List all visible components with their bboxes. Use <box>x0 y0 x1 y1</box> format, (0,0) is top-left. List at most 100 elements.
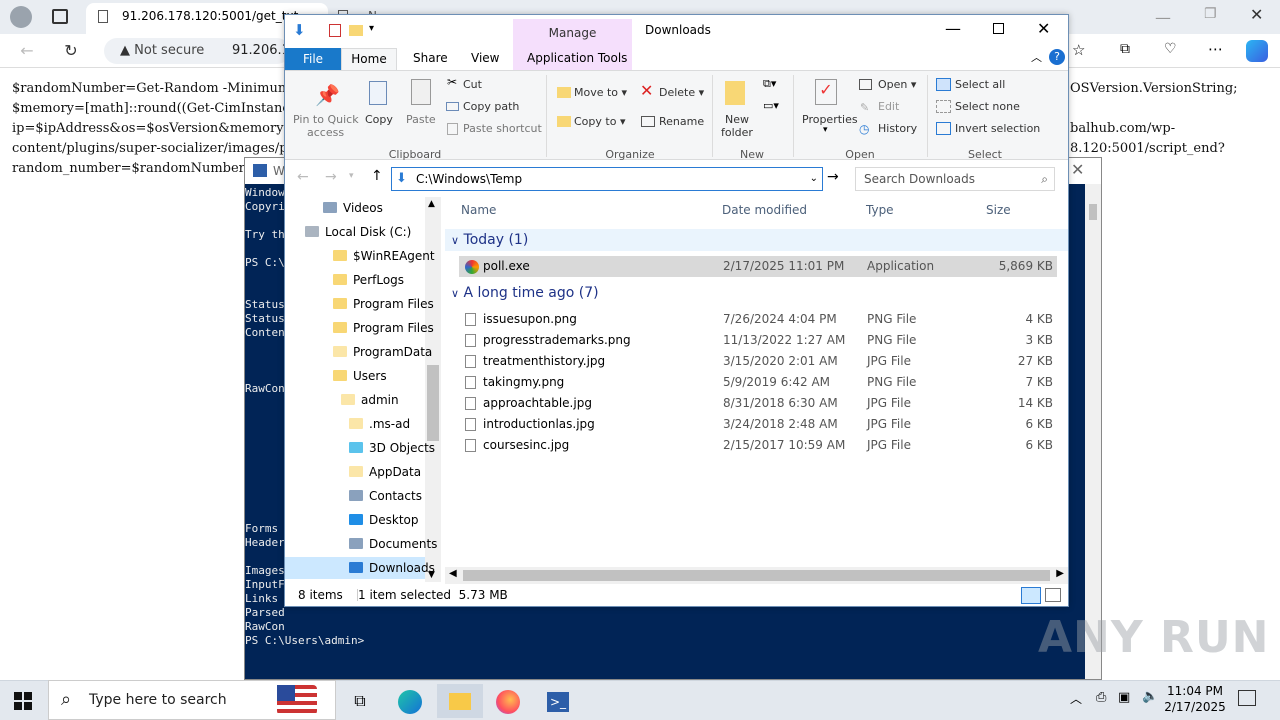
group-today[interactable]: ∨ Today (1) <box>451 232 528 248</box>
nav-item[interactable]: $WinREAgent <box>333 245 435 267</box>
nav-item[interactable]: Program Files <box>333 317 434 339</box>
go-icon[interactable]: → <box>827 169 839 185</box>
nav-item[interactable]: admin <box>341 389 399 411</box>
file-explorer-window[interactable]: ⬇ ▾ Manage Downloads — ✕ File Home Share… <box>284 14 1069 607</box>
nav-item[interactable]: ProgramData <box>333 341 432 363</box>
file-row[interactable]: treatmenthistory.jpg 3/15/2020 2:01 AM JPG… <box>459 351 1057 372</box>
paste-shortcut-button[interactable]: Paste shortcut <box>463 122 542 135</box>
details-view-icon[interactable] <box>1021 587 1041 604</box>
column-name[interactable]: Name <box>461 203 496 217</box>
column-date[interactable]: Date modified <box>722 203 807 217</box>
history-button[interactable]: History <box>878 122 917 135</box>
back-icon[interactable]: ← <box>297 169 309 185</box>
tab-actions-icon[interactable] <box>52 9 68 24</box>
copilot-icon[interactable] <box>1246 40 1268 62</box>
file-row[interactable]: takingmy.png 5/9/2019 6:42 AM PNG File 7 KB <box>459 372 1057 393</box>
delete-button[interactable]: Delete ▾ <box>659 86 704 99</box>
nav-item[interactable]: Local Disk (C:) <box>305 221 411 243</box>
nav-item[interactable]: Downloads <box>349 557 435 579</box>
taskbar-clock[interactable]: 11:04 PM 2/17/2025 <box>1160 683 1230 715</box>
tab-home[interactable]: Home <box>341 48 397 71</box>
edge-icon[interactable] <box>390 684 430 718</box>
taskbar-search[interactable]: ⌕ Type here to search <box>48 680 336 720</box>
url-text[interactable]: 91.206.1 <box>232 43 290 58</box>
nav-item[interactable]: Program Files <box>333 293 434 315</box>
pin-quick-access-button[interactable]: Pin to Quick <box>293 113 359 126</box>
open-button[interactable]: Open ▾ <box>878 78 916 91</box>
edit-button[interactable]: Edit <box>878 100 899 113</box>
file-row[interactable]: coursesinc.jpg 2/15/2017 10:59 AM JPG File… <box>459 435 1057 456</box>
copy-to-button[interactable]: Copy to ▾ <box>574 115 625 128</box>
ethernet-icon[interactable]: ▣ <box>1118 690 1130 705</box>
minimize-icon[interactable]: — <box>945 19 961 38</box>
close-icon[interactable]: ✕ <box>1071 160 1084 179</box>
new-item-icon[interactable]: ⧉▾ <box>763 77 776 91</box>
tab-view[interactable]: View <box>471 51 499 65</box>
tab-file[interactable]: File <box>285 48 341 70</box>
tab-application-tools[interactable]: Application Tools <box>527 51 627 65</box>
group-old[interactable]: ∨ A long time ago (7) <box>451 285 599 301</box>
network-icon[interactable]: ⎙ <box>1096 690 1106 705</box>
new-folder-button[interactable]: New <box>725 113 749 126</box>
tray-chevron-icon[interactable]: ︿ <box>1070 690 1082 707</box>
nav-item[interactable]: Desktop <box>349 509 419 531</box>
task-view-icon[interactable]: ⧉ <box>340 684 380 718</box>
volume-icon[interactable]: 🔈 <box>1142 689 1158 704</box>
explorer-titlebar[interactable]: ⬇ ▾ Manage Downloads — ✕ <box>285 15 1068 70</box>
file-row[interactable]: progresstrademarks.png 11/13/2022 1:27 AM… <box>459 330 1057 351</box>
invert-selection-button[interactable]: Invert selection <box>955 122 1040 135</box>
folder-icon[interactable] <box>349 25 363 36</box>
search-input[interactable]: Search Downloads ⌕ <box>855 167 1055 191</box>
nav-item[interactable]: Videos <box>323 197 383 219</box>
maximize-icon[interactable] <box>993 23 1004 34</box>
properties-icon[interactable] <box>329 24 341 37</box>
ps-prompt[interactable]: PS C:\Users\admin> <box>245 634 364 647</box>
file-row[interactable]: introductionlas.jpg 3/24/2018 2:48 AM JPG … <box>459 414 1057 435</box>
properties-button[interactable]: Properties <box>802 113 858 126</box>
collections-icon[interactable]: ⧉ <box>1120 41 1130 57</box>
paste-button[interactable]: Paste <box>406 113 436 126</box>
help-icon[interactable]: ? <box>1049 49 1065 65</box>
nav-item[interactable]: PerfLogs <box>333 269 404 291</box>
favorite-icon[interactable]: ☆ <box>1072 41 1085 59</box>
performance-icon[interactable]: ♡ <box>1164 41 1177 57</box>
recent-locations-icon[interactable]: ▾ <box>349 171 354 181</box>
close-icon[interactable]: ✕ <box>1037 19 1050 38</box>
customize-icon[interactable]: ▾ <box>369 23 374 34</box>
nav-item[interactable]: .ms-ad <box>349 413 410 435</box>
file-explorer-taskbar-icon[interactable] <box>437 684 483 718</box>
tab-share[interactable]: Share <box>413 51 448 65</box>
up-icon[interactable]: ↑ <box>371 168 383 184</box>
close-icon[interactable]: ✕ <box>1250 5 1263 24</box>
file-row[interactable]: approachtable.jpg 8/31/2018 6:30 AM JPG Fi… <box>459 393 1057 414</box>
horizontal-scrollbar[interactable]: ◀ ▶ <box>445 567 1068 584</box>
easy-access-icon[interactable]: ▭▾ <box>763 99 779 112</box>
powershell-taskbar-icon[interactable]: >_ <box>538 684 578 718</box>
firefox-icon[interactable] <box>488 684 528 718</box>
nav-item[interactable]: Contacts <box>349 485 422 507</box>
minimize-icon[interactable]: — <box>1155 8 1171 27</box>
more-icon[interactable]: ⋯ <box>1208 40 1223 58</box>
copy-button[interactable]: Copy <box>365 113 393 126</box>
move-to-button[interactable]: Move to ▾ <box>574 86 627 99</box>
start-icon[interactable] <box>14 692 32 710</box>
rename-button[interactable]: Rename <box>659 115 704 128</box>
nav-item[interactable]: Documents <box>349 533 437 555</box>
large-icons-view-icon[interactable] <box>1045 588 1061 602</box>
file-row[interactable]: poll.exe 2/17/2025 11:01 PM Application 5,8… <box>459 256 1057 277</box>
scroll-thumb[interactable] <box>427 365 439 441</box>
select-all-button[interactable]: Select all <box>955 78 1005 91</box>
chevron-down-icon[interactable]: ⌄ <box>810 168 818 190</box>
forward-icon[interactable]: → <box>325 169 337 185</box>
select-none-button[interactable]: Select none <box>955 100 1020 113</box>
nav-item[interactable]: AppData <box>349 461 421 483</box>
back-icon[interactable]: ← <box>14 39 40 63</box>
restore-icon[interactable]: ❐ <box>1204 6 1217 22</box>
cut-button[interactable]: Cut <box>463 78 482 91</box>
refresh-icon[interactable]: ↻ <box>58 39 84 63</box>
file-row[interactable]: issuesupon.png 7/26/2024 4:04 PM PNG File 4… <box>459 309 1057 330</box>
collapse-ribbon-icon[interactable]: ︿ <box>1031 49 1042 65</box>
notification-icon[interactable] <box>1238 690 1256 706</box>
nav-item[interactable]: Users <box>333 365 387 387</box>
profile-icon[interactable] <box>10 6 32 28</box>
